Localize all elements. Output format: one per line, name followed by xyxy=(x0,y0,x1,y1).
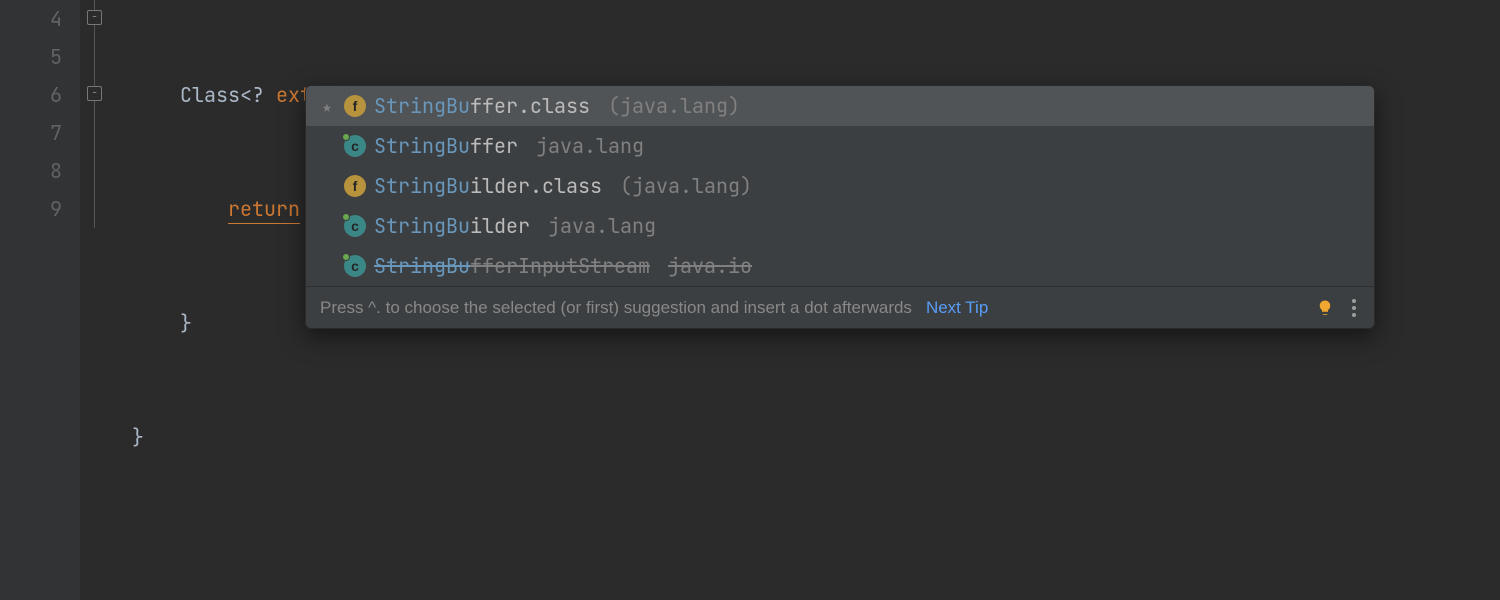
line-number: 9 xyxy=(0,190,62,228)
line-number: 6 xyxy=(0,76,62,114)
class-icon: c xyxy=(344,255,366,277)
more-menu-icon[interactable] xyxy=(1348,295,1360,321)
line-number: 8 xyxy=(0,152,62,190)
completion-footer: Press ^. to choose the selected (or firs… xyxy=(306,286,1374,328)
completion-label: StringBuffer xyxy=(374,133,518,159)
fold-toggle-icon[interactable]: − xyxy=(87,86,102,101)
completion-item[interactable]: ★fStringBuilder.classjava.lang xyxy=(306,166,1374,206)
completion-package: java.lang xyxy=(548,213,656,239)
code-token: Class<? xyxy=(180,82,264,108)
completion-item[interactable]: ★cStringBufferjava.lang xyxy=(306,126,1374,166)
indent xyxy=(108,424,132,450)
fold-guide-line xyxy=(94,0,95,228)
completion-label: StringBufferInputStream xyxy=(374,253,650,279)
completion-label: StringBuffer.class xyxy=(374,93,590,119)
class-icon: c xyxy=(344,215,366,237)
code-brace: } xyxy=(180,310,192,336)
completion-package: java.lang xyxy=(536,133,644,159)
completion-item[interactable]: ★cStringBuilderjava.lang xyxy=(306,206,1374,246)
field-icon: f xyxy=(344,175,366,197)
completion-popup: ★ f StringBuffer.class java.lang★ c StringBuf… xyxy=(305,85,1375,329)
code-line[interactable]: } xyxy=(108,418,1500,456)
indent xyxy=(108,82,180,108)
fold-strip: − − xyxy=(80,0,108,600)
indent xyxy=(108,196,228,222)
line-number: 5 xyxy=(0,38,62,76)
field-icon: f xyxy=(344,95,366,117)
completion-package: java.lang xyxy=(608,93,740,119)
completion-item[interactable]: ★ f StringBuffer.class java.lang xyxy=(306,86,1374,126)
completion-package: java.lang xyxy=(620,173,752,199)
footer-hint: Press ^. to choose the selected (or firs… xyxy=(320,298,912,318)
lightbulb-icon[interactable] xyxy=(1316,299,1334,317)
line-number: 4 xyxy=(0,0,62,38)
next-tip-link[interactable]: Next Tip xyxy=(926,298,988,318)
completion-item[interactable]: ★cStringBufferInputStreamjava.io xyxy=(306,246,1374,286)
completion-label: StringBuilder.class xyxy=(374,173,602,199)
code-brace: } xyxy=(132,424,144,450)
completion-package: java.io xyxy=(668,253,752,279)
completion-list: ★ f StringBuffer.class java.lang★ c StringBuf… xyxy=(306,86,1374,286)
completion-label: StringBuilder xyxy=(374,213,530,239)
gutter: 4 5 6 7 8 9 xyxy=(0,0,80,600)
fold-toggle-icon[interactable]: − xyxy=(87,10,102,25)
line-number: 7 xyxy=(0,114,62,152)
star-icon: ★ xyxy=(318,96,336,117)
indent xyxy=(108,310,180,336)
class-icon: c xyxy=(344,135,366,157)
code-keyword: return xyxy=(228,196,300,224)
